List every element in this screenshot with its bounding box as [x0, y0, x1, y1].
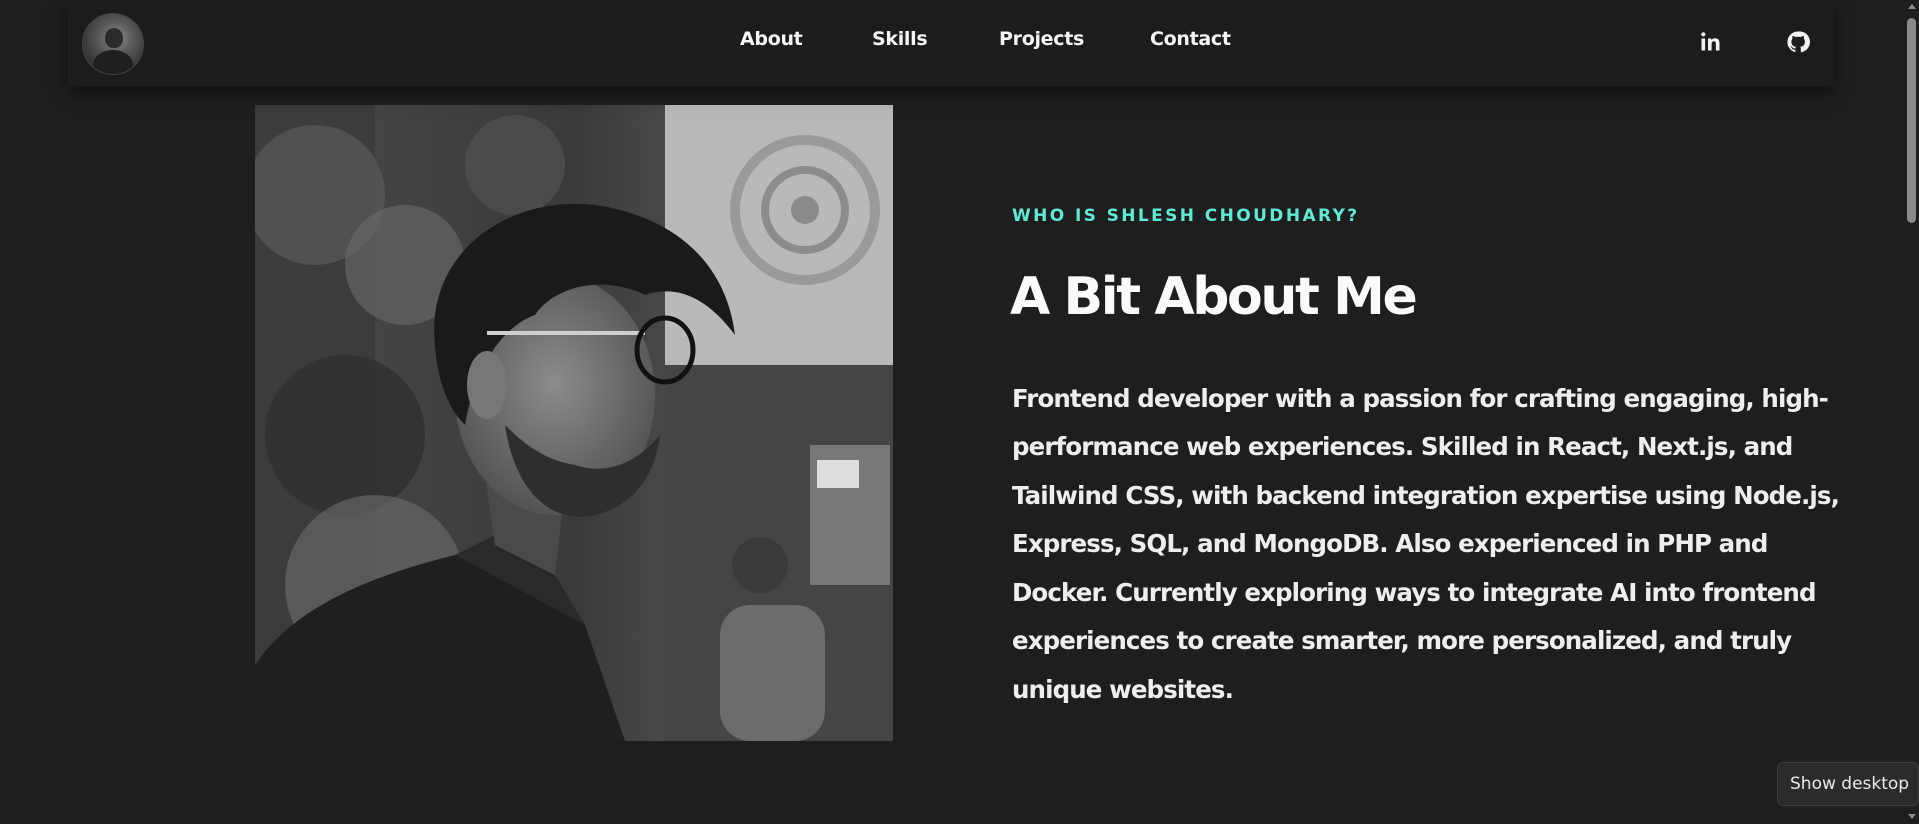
section-heading: A Bit About Me [1010, 266, 1418, 327]
avatar-head-shape [105, 28, 123, 48]
scroll-up-arrow-icon[interactable] [1908, 4, 1916, 9]
section-eyebrow: WHO IS SHLESH CHOUDHARY? [1012, 206, 1360, 226]
navbar: About Skills Projects Contact [68, 0, 1833, 86]
nav-link-contact[interactable]: Contact [1150, 28, 1231, 50]
page-scrollbar[interactable] [1904, 0, 1919, 824]
nav-link-skills[interactable]: Skills [872, 28, 928, 50]
profile-photo [255, 105, 893, 741]
scroll-down-arrow-icon[interactable] [1908, 814, 1916, 819]
github-icon[interactable] [1784, 28, 1812, 56]
scrollbar-thumb[interactable] [1907, 18, 1916, 223]
avatar-shoulders-shape [93, 50, 133, 74]
avatar[interactable] [82, 13, 144, 75]
nav-link-about[interactable]: About [740, 28, 803, 50]
linkedin-icon[interactable] [1697, 28, 1725, 56]
bio-paragraph: Frontend developer with a passion for cr… [1012, 383, 1840, 705]
show-desktop-tooltip: Show desktop [1777, 762, 1919, 806]
about-page: About Skills Projects Contact WHO IS SHL… [0, 0, 1919, 824]
nav-link-projects[interactable]: Projects [999, 28, 1084, 50]
